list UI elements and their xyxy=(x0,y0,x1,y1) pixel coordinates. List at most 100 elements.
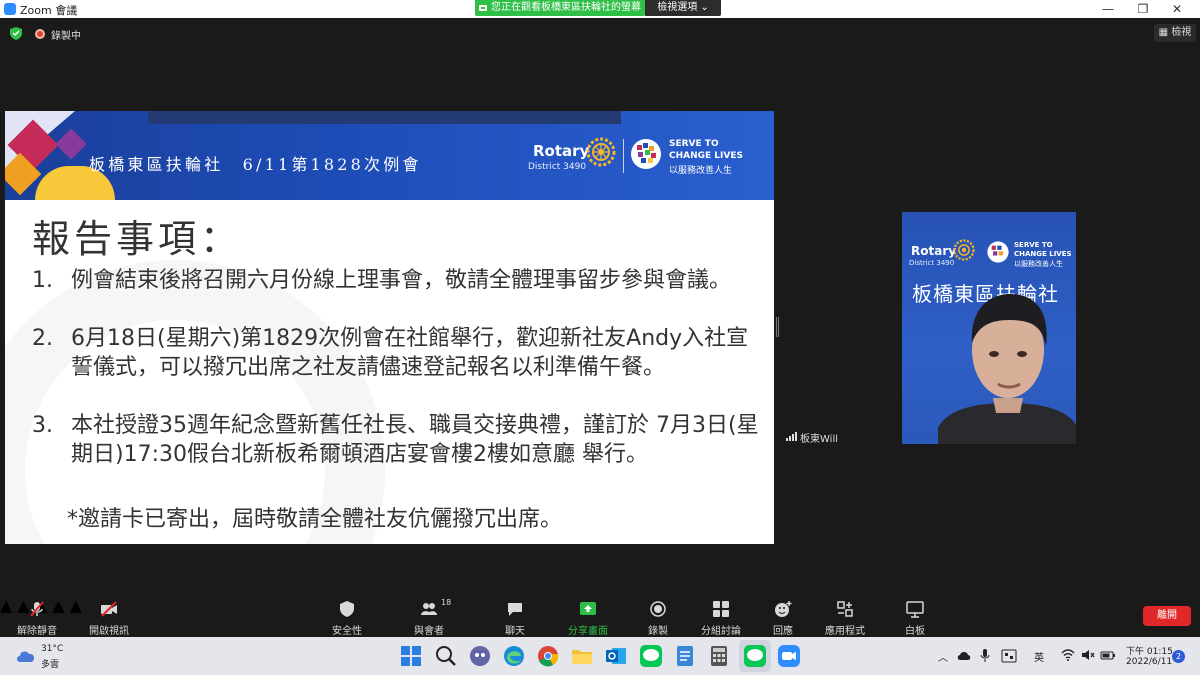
teams-chat-icon[interactable] xyxy=(468,644,492,668)
edge-browser-icon[interactable] xyxy=(502,644,526,668)
video-off-icon xyxy=(101,601,117,617)
window-title: Zoom 會議 xyxy=(20,4,78,17)
panel-splitter-handle[interactable] xyxy=(776,317,779,337)
onedrive-cloud-icon[interactable] xyxy=(957,650,971,661)
reactions-label: 回應 xyxy=(773,626,793,637)
breakout-rooms-button[interactable]: 分組討論 xyxy=(694,596,748,637)
view-button[interactable]: ▦ 檢視 xyxy=(1154,24,1196,42)
share-indicator-icon xyxy=(479,5,487,11)
cloud-weather-icon[interactable] xyxy=(15,647,37,663)
clock-time[interactable]: 下午 01:15 xyxy=(1126,644,1173,657)
breakout-rooms-icon xyxy=(713,601,729,617)
participants-icon xyxy=(421,603,437,615)
input-method-icon[interactable] xyxy=(1001,649,1017,663)
participants-label: 與會者 xyxy=(414,626,444,637)
whiteboard-button[interactable]: 白板 xyxy=(888,596,942,637)
grid-icon: ▦ xyxy=(1158,27,1172,38)
view-button-label: 檢視 xyxy=(1171,27,1192,38)
serve-text-line1: SERVE TO xyxy=(669,139,719,149)
participant-person-image xyxy=(938,294,1076,444)
serve-to-change-lives-icon xyxy=(631,139,661,169)
slide-top-strip xyxy=(148,111,621,124)
calculator-icon[interactable] xyxy=(707,644,731,668)
participant-video[interactable]: Rotary District 3490 SERVE TO CHANGE LIV… xyxy=(902,212,1076,444)
speaker-muted-icon[interactable] xyxy=(1081,649,1095,661)
microphone-muted-icon xyxy=(30,601,44,617)
tray-overflow-chevron-icon[interactable]: ︿ xyxy=(938,649,948,664)
logo-divider xyxy=(623,139,624,173)
whiteboard-label: 白板 xyxy=(905,626,925,637)
weather-temperature[interactable]: 31°C xyxy=(41,644,63,654)
backdrop-serve-line3: 以服務改善人生 xyxy=(1014,260,1063,268)
breakout-rooms-label: 分組討論 xyxy=(701,626,741,637)
apps-button[interactable]: 應用程式 xyxy=(817,596,873,637)
start-video-label: 開啟視訊 xyxy=(89,626,129,637)
apps-icon xyxy=(837,601,853,617)
start-video-button[interactable]: 開啟視訊 xyxy=(82,596,136,637)
whiteboard-icon xyxy=(906,601,924,618)
participant-count: 18 xyxy=(441,598,452,607)
chat-icon xyxy=(508,603,522,616)
share-screen-button[interactable]: 分享畫面 xyxy=(561,596,615,637)
battery-charging-icon[interactable] xyxy=(1100,649,1116,661)
slide-title: 板橋東區扶輪社 6/11第1828次例會 xyxy=(89,155,422,174)
recording-icon xyxy=(35,29,45,39)
apps-label: 應用程式 xyxy=(825,626,865,637)
leave-meeting-button[interactable]: 離開 xyxy=(1143,606,1191,626)
item-text: 例會結束後將召開六月份線上理事會，敬請全體理事留步參與會議。 xyxy=(71,268,732,293)
weather-description[interactable]: 多雲 xyxy=(41,657,59,670)
ime-language-indicator[interactable]: 英 xyxy=(1034,649,1044,664)
chat-label: 聊天 xyxy=(505,626,525,637)
slide-header: 板橋東區扶輪社 6/11第1828次例會 Rotary District 349… xyxy=(5,111,774,200)
rotary-district: District 3490 xyxy=(528,162,587,172)
item-number: 3. xyxy=(32,413,53,438)
line-app-active-icon[interactable] xyxy=(743,644,767,668)
recording-label: 錄製中 xyxy=(51,31,81,42)
encryption-shield-icon[interactable] xyxy=(10,27,22,40)
zoom-taskbar-icon[interactable] xyxy=(777,644,801,668)
security-button[interactable]: 安全性 xyxy=(320,596,374,637)
share-screen-label: 分享畫面 xyxy=(568,626,608,637)
outlook-icon[interactable] xyxy=(604,644,628,668)
view-options-button[interactable]: 檢視選項 ⌄ xyxy=(645,0,721,16)
rotary-logo-text: Rotary xyxy=(533,142,590,160)
windows-start-icon[interactable] xyxy=(399,644,423,668)
search-icon[interactable] xyxy=(434,644,458,668)
chat-button[interactable]: 聊天 xyxy=(488,596,542,637)
unmute-button[interactable]: 解除靜音 xyxy=(10,596,64,637)
rotary-wheel-icon xyxy=(586,137,616,167)
notification-badge[interactable]: 2 xyxy=(1172,650,1185,663)
zoom-app-icon xyxy=(4,3,16,15)
wifi-icon[interactable] xyxy=(1061,649,1075,661)
notepad-icon[interactable] xyxy=(673,644,697,668)
serve-to-change-lives-icon xyxy=(987,241,1009,263)
microphone-tray-icon[interactable] xyxy=(980,649,990,663)
reactions-button[interactable]: 回應 xyxy=(756,596,810,637)
record-label: 錄製 xyxy=(648,626,668,637)
serve-text-line2: CHANGE LIVES xyxy=(669,151,743,161)
item-number: 2. xyxy=(32,326,53,351)
item-text: 本社授證35週年紀念暨新舊任社長、職員交接典禮，謹訂於 7月3日(星期日)17:… xyxy=(71,413,759,467)
share-screen-icon xyxy=(580,602,596,615)
backdrop-district: District 3490 xyxy=(909,259,955,267)
participant-name: 板東Will xyxy=(800,434,839,445)
report-heading: 報告事項： xyxy=(32,217,243,261)
clock-date[interactable]: 2022/6/11 xyxy=(1126,657,1172,667)
chrome-browser-icon[interactable] xyxy=(536,644,560,668)
share-options-caret[interactable]: ▲ xyxy=(70,596,82,615)
line-app-icon[interactable] xyxy=(639,644,663,668)
signal-strength-icon xyxy=(786,432,797,441)
slide-body: 報告事項： 1. 例會結束後將召開六月份線上理事會，敬請全體理事留步參與會議。 … xyxy=(5,200,774,544)
share-banner-text: 您正在觀看板橋東區扶輪社的螢幕 xyxy=(491,2,641,13)
record-button[interactable]: 錄製 xyxy=(631,596,685,637)
meeting-toolbar: 解除靜音 ▲ 開啟視訊 ▲ 安全性 與會者 18 ▲ 聊天 ▲ 分享畫面 xyxy=(0,596,1200,637)
item-number: 1. xyxy=(32,268,53,293)
rotary-wheel-icon xyxy=(953,239,975,261)
file-explorer-icon[interactable] xyxy=(570,644,594,668)
screen-share-banner: 您正在觀看板橋東區扶輪社的螢幕 xyxy=(475,0,645,16)
security-label: 安全性 xyxy=(332,626,362,637)
record-icon xyxy=(650,601,666,617)
close-button[interactable]: ✕ xyxy=(1154,0,1200,18)
shield-icon xyxy=(340,601,354,617)
backdrop-serve-line1: SERVE TO xyxy=(1014,241,1053,249)
